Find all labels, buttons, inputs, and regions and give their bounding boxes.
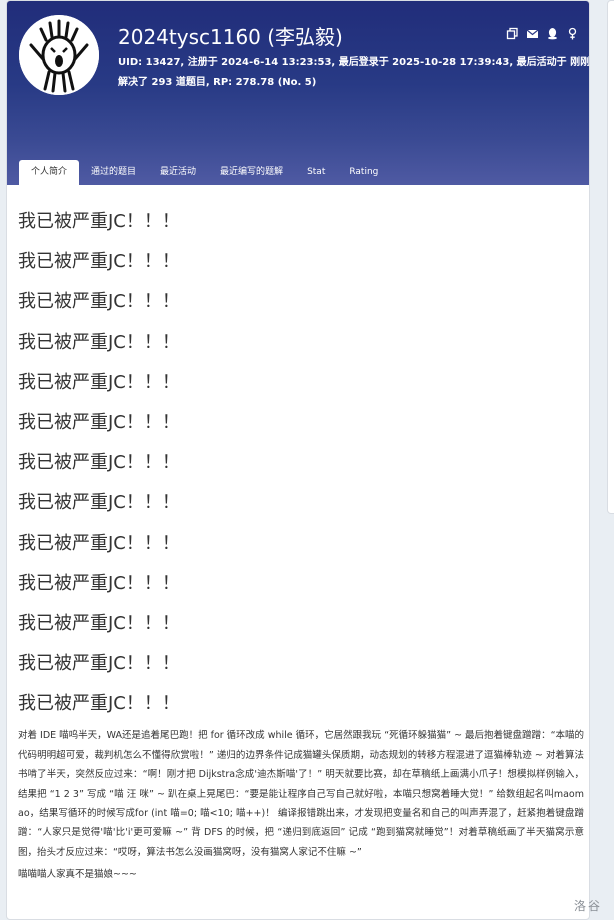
jc-line: 我已被严重JC！！！ (18, 693, 180, 715)
intro-content: 我已被严重JC！！！ 我已被严重JC！！！ 我已被严重JC！！！ 我已被严重JC！！！… (18, 185, 584, 884)
jc-line: 我已被严重JC！！！ (18, 411, 180, 433)
tab-1[interactable]: 通过的题目 (79, 160, 148, 185)
tab-4[interactable]: Stat (295, 160, 337, 185)
jc-line: 我已被严重JC！！！ (18, 291, 180, 313)
tab-5[interactable]: Rating (337, 160, 390, 185)
jc-line: 我已被严重JC！！！ (18, 371, 180, 393)
jc-line: 我已被严重JC！！！ (18, 612, 180, 634)
gender-icon[interactable] (566, 25, 579, 40)
side-panel (607, 0, 614, 514)
jc-line: 我已被严重JC！！！ (18, 492, 180, 514)
jc-line: 我已被严重JC！！！ (18, 572, 180, 594)
username-heading: 2024tysc1160 (李弘毅) (118, 21, 343, 50)
jc-line: 我已被严重JC！！！ (18, 331, 180, 353)
header-icons (506, 25, 579, 40)
watermark: 洛谷 (573, 899, 602, 913)
user-stats-line: 解决了 293 道题目, RP: 278.78 (No. 5) (118, 77, 317, 88)
jc-line: 我已被严重JC！！！ (18, 653, 180, 675)
mail-icon[interactable] (526, 25, 539, 38)
profile-header: 2024tysc1160 (李弘毅) UID: 13427, 注册于 2024-… (7, 1, 589, 185)
intro-last-line: 喵喵喵人家真不是猫娘~~~ (18, 869, 137, 881)
jc-lines: 我已被严重JC！！！ 我已被严重JC！！！ 我已被严重JC！！！ 我已被严重JC！！！… (18, 202, 584, 724)
realname: (李弘毅) (267, 25, 343, 49)
tab-0[interactable]: 个人简介 (19, 160, 80, 185)
profile-tabs: 个人简介 通过的题目 最近活动 最近编写的题解 Stat Rating (19, 160, 390, 185)
tab-2[interactable]: 最近活动 (148, 160, 208, 185)
username: 2024tysc1160 (118, 25, 261, 49)
copy-icon[interactable] (506, 25, 519, 40)
user-meta-line: UID: 13427, 注册于 2024-6-14 13:23:53, 最后登录… (118, 57, 590, 68)
jc-line: 我已被严重JC！！！ (18, 452, 180, 474)
jc-line: 我已被严重JC！！！ (18, 211, 180, 232)
intro-story: 对着 IDE 喵呜半天，WA还是追着尾巴跑！把 for 循环改成 while 循… (18, 730, 584, 858)
jc-line: 我已被严重JC！！！ (18, 251, 180, 273)
jc-line: 我已被严重JC！！！ (18, 532, 180, 554)
tab-3[interactable]: 最近编写的题解 (208, 160, 295, 185)
qq-icon[interactable] (546, 25, 559, 40)
profile-card: 2024tysc1160 (李弘毅) UID: 13427, 注册于 2024-… (6, 0, 590, 920)
avatar[interactable] (19, 15, 99, 95)
